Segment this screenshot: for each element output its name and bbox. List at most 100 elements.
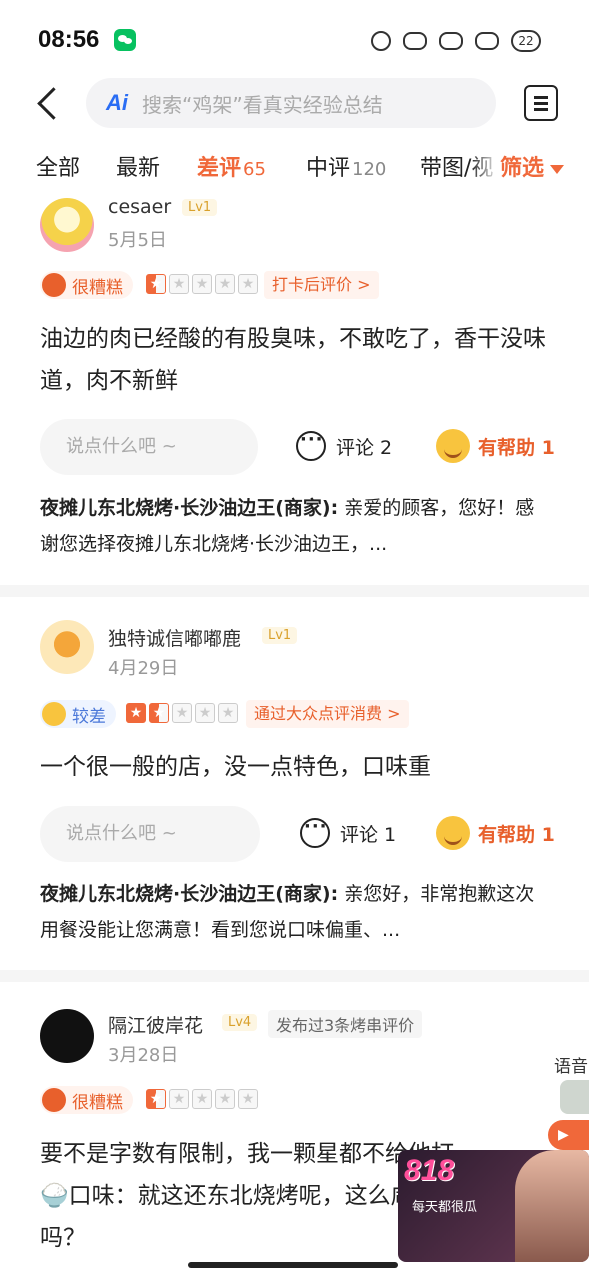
- star-icon: ★: [149, 703, 169, 723]
- network-icon: [475, 32, 499, 50]
- home-indicator[interactable]: [188, 1262, 398, 1268]
- helpful-button[interactable]: 有帮助 1: [436, 429, 555, 463]
- comment-input[interactable]: 说点什么吧 ~: [40, 419, 258, 475]
- divider: [0, 585, 589, 597]
- level-badge: Lv1: [262, 627, 298, 644]
- star-rating: ★ ★ ★ ★ ★: [146, 274, 258, 294]
- star-icon: ★: [215, 274, 235, 294]
- comment-input[interactable]: 说点什么吧 ~: [40, 806, 260, 862]
- level-badge: Lv1: [182, 199, 218, 216]
- battery-icon: 22: [511, 30, 541, 52]
- comment-button[interactable]: 评论 2: [296, 429, 393, 461]
- tab-count: 65: [243, 159, 266, 180]
- merchant-reply[interactable]: 夜摊儿东北烧烤·长沙油边王(商家): 亲您好，非常抱歉这次用餐没能让您满意！看到…: [40, 876, 552, 948]
- angry-face-icon: [42, 1088, 66, 1112]
- ai-icon: Ai: [106, 90, 128, 115]
- menu-line-icon: [534, 108, 548, 111]
- star-rating: ★ ★ ★ ★ ★: [126, 703, 238, 723]
- action-row: 说点什么吧 ~ 评论 1 有帮助 1: [40, 806, 560, 862]
- play-icon: ▶: [548, 1120, 589, 1150]
- comment-bubble-icon: [296, 429, 326, 461]
- review-content: 油边的肉已经酸的有股臭味，不敢吃了，香干没味道，肉不新鲜: [40, 326, 546, 394]
- tab-neutral[interactable]: 中评 120: [306, 150, 386, 182]
- tab-negative[interactable]: 差评 65: [197, 150, 266, 182]
- mood-tag: 较差: [40, 700, 116, 728]
- mood-tag: 很糟糕: [40, 271, 133, 299]
- action-row: 说点什么吧 ~ 评论 2 有帮助 1: [40, 419, 560, 475]
- filter-button[interactable]: 筛选: [498, 150, 565, 182]
- search-placeholder: 搜索“鸡架”看真实经验总结: [142, 92, 383, 117]
- tab-all[interactable]: 全部: [36, 150, 80, 182]
- mood-label: 很糟糕: [72, 1092, 123, 1113]
- star-icon: ★: [192, 1089, 212, 1109]
- username[interactable]: 独特诚信嘟嘟鹿: [108, 624, 241, 651]
- star-icon: ★: [146, 274, 166, 294]
- star-icon: ★: [172, 703, 192, 723]
- review-date: 3月28日: [108, 1045, 179, 1066]
- star-rating: ★ ★ ★ ★ ★: [146, 1089, 258, 1109]
- menu-line-icon: [534, 96, 548, 99]
- review-date: 4月29日: [108, 658, 179, 679]
- helpful-label: 有帮助 1: [478, 823, 555, 846]
- tab-label: 全部: [36, 156, 81, 181]
- merchant-name: 夜摊儿东北烧烤·长沙油边王(商家):: [40, 883, 339, 905]
- avatar[interactable]: [40, 1009, 94, 1063]
- username[interactable]: cesaer: [108, 196, 171, 218]
- rating-row: 很糟糕 ★ ★ ★ ★ ★: [40, 1086, 560, 1114]
- thumbnail-icon: [560, 1080, 589, 1114]
- mood-label: 较差: [72, 706, 106, 727]
- star-icon: ★: [126, 703, 146, 723]
- angry-face-icon: [42, 273, 66, 297]
- ad-subtitle: 每天都很瓜: [412, 1200, 478, 1215]
- experience-tag: 发布过3条烤串评价: [268, 1010, 423, 1038]
- tab-label: 中评: [306, 156, 351, 181]
- star-icon: ★: [215, 1089, 235, 1109]
- username[interactable]: 隔江彼岸花: [108, 1011, 203, 1038]
- star-icon: ★: [146, 1089, 166, 1109]
- tab-latest[interactable]: 最新: [116, 150, 160, 182]
- comment-bubble-icon: [300, 816, 330, 848]
- helpful-label: 有帮助 1: [478, 436, 555, 459]
- wechat-icon: [114, 29, 136, 51]
- source-tag[interactable]: 打卡后评价 >: [264, 271, 379, 299]
- star-icon: ★: [238, 1089, 258, 1109]
- floating-voice-widget[interactable]: 语音 ▶: [548, 1050, 589, 1160]
- menu-line-icon: [534, 102, 548, 105]
- merchant-reply[interactable]: 夜摊儿东北烧烤·长沙油边王(商家): 亲爱的顾客，您好！感谢您选择夜摊儿东北烧烤…: [40, 490, 552, 562]
- search-row: Ai 搜索“鸡架”看真实经验总结: [0, 78, 589, 130]
- helpful-button[interactable]: 有帮助 1: [436, 816, 555, 850]
- status-bar: 08:56 22: [0, 0, 589, 80]
- divider: [0, 970, 589, 982]
- review-date: 5月5日: [108, 230, 167, 251]
- search-input[interactable]: Ai 搜索“鸡架”看真实经验总结: [86, 78, 496, 128]
- smile-face-icon: [436, 429, 470, 463]
- signal-icon: [403, 32, 427, 50]
- sad-face-icon: [42, 702, 66, 726]
- avatar[interactable]: [40, 620, 94, 674]
- ad-banner[interactable]: 818 每天都很瓜: [398, 1150, 589, 1262]
- voice-label: 语音: [554, 1057, 588, 1077]
- rating-row: 较差 ★ ★ ★ ★ ★ 通过大众点评消费 >: [40, 700, 560, 728]
- wifi-icon: [439, 32, 463, 50]
- review-content: 一个很一般的店，没一点特色，口味重: [40, 754, 431, 780]
- back-button[interactable]: [34, 86, 68, 122]
- star-icon: ★: [195, 703, 215, 723]
- rating-row: 很糟糕 ★ ★ ★ ★ ★ 打卡后评价 >: [40, 271, 560, 299]
- source-tag[interactable]: 通过大众点评消费 >: [246, 700, 409, 728]
- tab-count: 120: [352, 159, 387, 180]
- star-icon: ★: [238, 274, 258, 294]
- comment-button[interactable]: 评论 1: [300, 816, 397, 848]
- tab-label: 差评: [197, 156, 242, 181]
- merchant-name: 夜摊儿东北烧烤·长沙油边王(商家):: [40, 497, 339, 519]
- comment-label: 评论 2: [336, 436, 393, 459]
- comment-label: 评论 1: [340, 823, 397, 846]
- status-time: 08:56: [38, 26, 100, 53]
- avatar[interactable]: [40, 198, 94, 252]
- caret-down-icon: [550, 164, 565, 174]
- menu-button[interactable]: [524, 85, 558, 121]
- star-icon: ★: [169, 274, 189, 294]
- status-icons: 22: [371, 30, 541, 52]
- flower-icon: [371, 31, 391, 51]
- level-badge: Lv4: [222, 1014, 258, 1031]
- ad-person-image: [515, 1150, 589, 1262]
